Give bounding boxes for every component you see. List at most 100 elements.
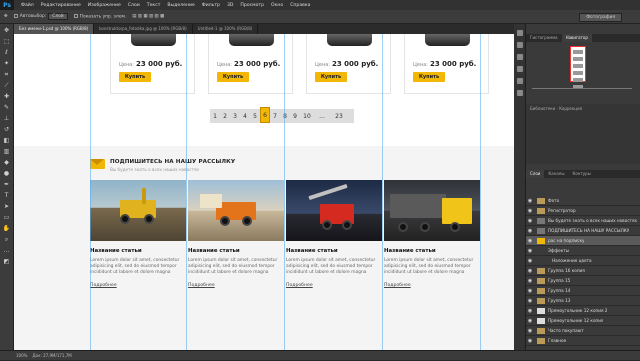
shape-tool-icon[interactable]: ▭ xyxy=(3,214,11,222)
guide-line[interactable] xyxy=(284,34,285,350)
doc-tab[interactable]: konstruktorpa_fotodka.jpg @ 100% (RGB/8) xyxy=(94,24,193,34)
menu-file[interactable]: Файл xyxy=(21,3,34,8)
layer-row[interactable]: ◉ Прямоугольник 12 копия xyxy=(526,316,640,326)
properties-panel-icon[interactable] xyxy=(516,42,523,48)
history-panel-icon[interactable] xyxy=(516,30,523,36)
brush-panel-icon[interactable] xyxy=(516,78,523,84)
navigator-thumbnail[interactable] xyxy=(570,46,586,89)
guide-line[interactable] xyxy=(186,34,187,350)
menu-layers[interactable]: Слои xyxy=(128,3,140,8)
clone-stamp-icon[interactable]: ⊥ xyxy=(3,115,11,123)
page-link[interactable]: 23 xyxy=(330,113,348,120)
show-controls-checkbox[interactable] xyxy=(73,13,78,18)
menu-help[interactable]: Справка xyxy=(290,3,310,8)
article-more-link[interactable]: Подробнее xyxy=(384,283,480,288)
dodge-tool-icon[interactable]: ● xyxy=(3,170,11,178)
guide-line[interactable] xyxy=(382,34,383,350)
menu-3d[interactable]: 3D xyxy=(227,3,233,8)
visibility-eye-icon[interactable]: ◉ xyxy=(526,306,534,316)
paragraph-panel-icon[interactable] xyxy=(516,66,523,72)
visibility-eye-icon[interactable]: ◉ xyxy=(526,316,534,326)
layer-row[interactable]: ◉ Фото xyxy=(526,196,640,206)
buy-button[interactable]: Купить xyxy=(119,72,151,82)
crop-tool-icon[interactable]: ⌗ xyxy=(3,71,11,79)
visibility-eye-icon[interactable]: ◉ xyxy=(526,196,534,206)
tab-paths[interactable]: Контуры xyxy=(568,170,594,178)
visibility-eye-icon[interactable]: ◉ xyxy=(526,246,534,256)
visibility-eye-icon[interactable]: ◉ xyxy=(526,226,534,236)
eraser-icon[interactable]: ◧ xyxy=(3,137,11,145)
layer-row[interactable]: ◉ Главное xyxy=(526,336,640,346)
page-link[interactable]: 7 xyxy=(270,113,280,120)
article-more-link[interactable]: Подробнее xyxy=(188,283,284,288)
layer-row[interactable]: ◉ ПОДПИШИТЕСЬ НА НАШУ РАССЫЛКУ xyxy=(526,226,640,236)
page-link[interactable]: 4 xyxy=(240,113,250,120)
page-link[interactable]: 2 xyxy=(220,113,230,120)
tab-histogram[interactable]: Гистограмма xyxy=(526,34,562,42)
marquee-tool-icon[interactable]: ⬚ xyxy=(3,38,11,46)
menu-view[interactable]: Просмотр xyxy=(240,3,264,8)
page-link[interactable]: 3 xyxy=(230,113,240,120)
eyedropper-icon[interactable]: ⟋ xyxy=(3,82,11,90)
canvas-area[interactable]: Цена: 23 000 руб. Купить Цена: 23 000 руб.… xyxy=(14,34,514,350)
brush-tool-icon[interactable]: ✎ xyxy=(3,104,11,112)
tab-adjustments[interactable]: Коррекция xyxy=(559,106,582,111)
page-link[interactable]: 10 xyxy=(300,113,314,120)
menu-edit[interactable]: Редактирование xyxy=(41,3,81,8)
page-link[interactable]: 9 xyxy=(290,113,300,120)
blur-tool-icon[interactable]: ◆ xyxy=(3,159,11,167)
move-tool-icon[interactable]: ✥ xyxy=(4,14,8,19)
article-more-link[interactable]: Подробнее xyxy=(286,283,382,288)
navigator-zoom-slider[interactable] xyxy=(532,88,632,89)
document-canvas[interactable]: Цена: 23 000 руб. Купить Цена: 23 000 руб.… xyxy=(14,34,514,350)
menu-select[interactable]: Выделение xyxy=(167,3,194,8)
tab-navigator[interactable]: Навигатор xyxy=(561,34,592,42)
move-tool-icon[interactable]: ✥ xyxy=(3,27,11,35)
visibility-eye-icon[interactable]: ◉ xyxy=(526,286,534,296)
menu-type[interactable]: Текст xyxy=(147,3,161,8)
visibility-eye-icon[interactable]: ◉ xyxy=(526,336,534,346)
path-select-icon[interactable]: ➤ xyxy=(3,203,11,211)
article-more-link[interactable]: Подробнее xyxy=(90,283,186,288)
layer-select-dropdown[interactable]: Слой xyxy=(48,13,68,20)
visibility-eye-icon[interactable]: ◉ xyxy=(526,236,534,246)
menu-filter[interactable]: Фильтр xyxy=(202,3,220,8)
buy-button[interactable]: Купить xyxy=(315,72,347,82)
guide-line[interactable] xyxy=(480,34,481,350)
zoom-level[interactable]: 100% xyxy=(16,353,27,358)
menu-window[interactable]: Окно xyxy=(271,3,283,8)
buy-button[interactable]: Купить xyxy=(217,72,249,82)
layer-row[interactable]: ◉ Прямоугольник 12 копия 2 xyxy=(526,306,640,316)
history-brush-icon[interactable]: ↺ xyxy=(3,126,11,134)
gradient-tool-icon[interactable]: ▥ xyxy=(3,148,11,156)
buy-button[interactable]: Купить xyxy=(413,72,445,82)
layer-row[interactable]: ◉ Группа 15 xyxy=(526,276,640,286)
pen-tool-icon[interactable]: ✒ xyxy=(3,181,11,189)
layer-row[interactable]: ◉ Группа 16 копия xyxy=(526,266,640,276)
menu-image[interactable]: Изображение xyxy=(88,3,121,8)
visibility-eye-icon[interactable]: ◉ xyxy=(526,276,534,286)
page-link[interactable]: 8 xyxy=(280,113,290,120)
align-icons[interactable]: ▤ ▥ ▦ ▧ ▨ ▩ xyxy=(132,14,164,19)
visibility-eye-icon[interactable]: ◉ xyxy=(526,206,534,216)
visibility-eye-icon[interactable]: ◉ xyxy=(526,256,534,266)
workspace-select[interactable]: Фотография xyxy=(579,13,622,22)
healing-brush-icon[interactable]: ✚ xyxy=(3,93,11,101)
guide-line[interactable] xyxy=(90,34,91,350)
visibility-eye-icon[interactable]: ◉ xyxy=(526,216,534,226)
character-panel-icon[interactable] xyxy=(516,54,523,60)
layer-row[interactable]: ◉ Вы будете знать о всех наших новостях xyxy=(526,216,640,226)
swatches-panel-icon[interactable] xyxy=(516,90,523,96)
zoom-tool-icon[interactable]: ⌕ xyxy=(3,236,11,244)
visibility-eye-icon[interactable]: ◉ xyxy=(526,296,534,306)
layer-row[interactable]: ◉ Часто покупают xyxy=(526,326,640,336)
page-link[interactable]: 5 xyxy=(250,113,260,120)
visibility-eye-icon[interactable]: ◉ xyxy=(526,326,534,336)
page-link[interactable]: 1 xyxy=(210,113,220,120)
autoselect-checkbox[interactable] xyxy=(13,13,18,18)
layer-row[interactable]: ◉ Группа 13 xyxy=(526,296,640,306)
magic-wand-icon[interactable]: ✦ xyxy=(3,60,11,68)
tab-layers[interactable]: Слои xyxy=(526,170,545,178)
layer-row[interactable]: ◉ Группа 14 xyxy=(526,286,640,296)
visibility-eye-icon[interactable]: ◉ xyxy=(526,266,534,276)
